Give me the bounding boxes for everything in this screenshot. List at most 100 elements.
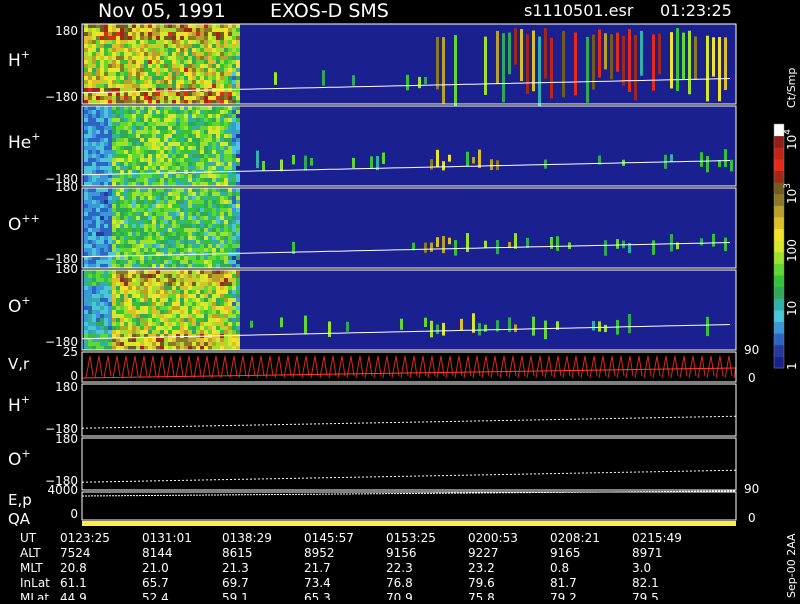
colorbar-labels: 1 10 100 103 104 xyxy=(783,129,799,370)
plot-instrument: EXOS-D SMS xyxy=(270,0,389,22)
panel-background xyxy=(82,438,736,490)
colorbar-segment xyxy=(774,251,784,264)
tick-h-top: 180 xyxy=(55,24,78,38)
tick-vr-right-top: 90 xyxy=(744,343,759,357)
ep-panel xyxy=(82,490,736,520)
plot-canvas: Nov 05, 1991 EXOS-D SMS s1110501.esr 01:… xyxy=(8,0,799,604)
ephemeris-value: 79.5 xyxy=(632,591,659,600)
qa-bar xyxy=(82,521,736,526)
ephemeris-value: 8952 xyxy=(304,546,335,560)
ephemeris-value: 75.8 xyxy=(468,591,495,600)
colorbar-segment xyxy=(774,193,784,206)
colorbar-segment xyxy=(774,356,784,369)
colorbar-segment xyxy=(774,286,784,299)
tick-ep-top: 4000 xyxy=(47,483,78,497)
tick-h-bottom: −180 xyxy=(45,90,78,104)
spectrogram-panel-h xyxy=(82,24,736,109)
ephemeris-value: 21.3 xyxy=(222,561,249,575)
dark-panel-o2 xyxy=(82,438,736,490)
panel-label-h: H+ xyxy=(8,48,30,71)
ephemeris-value: 0.8 xyxy=(550,561,569,575)
ephemeris-label-alt: ALT xyxy=(20,546,41,560)
ephemeris-value: 69.7 xyxy=(222,576,249,590)
panel-label-qa: QA xyxy=(8,510,31,528)
colorbar-segment xyxy=(774,147,784,160)
colorbar-label-1000: 103 xyxy=(783,183,799,204)
ephemeris-value: 44.9 xyxy=(60,591,87,600)
panel-label-he: He+ xyxy=(8,130,40,153)
spectrogram-panel-opp xyxy=(82,188,736,268)
ephemeris-value: 9156 xyxy=(386,546,417,560)
colorbar-segment xyxy=(774,158,784,171)
ephemeris-value: 0145:57 xyxy=(304,531,354,545)
ephemeris-value: 79.2 xyxy=(550,591,577,600)
tick-ep-bottom: 0 xyxy=(70,507,78,521)
ephemeris-value: 73.4 xyxy=(304,576,331,590)
ephemeris-value: 21.7 xyxy=(304,561,331,575)
ephemeris-value: 0153:25 xyxy=(386,531,436,545)
ephemeris-value: 0131:01 xyxy=(142,531,192,545)
panel-label-vr: V,r xyxy=(8,355,30,373)
panel-label-o2: O+ xyxy=(8,447,31,470)
panel-background xyxy=(82,384,736,436)
ephemeris-value: 3.0 xyxy=(632,561,651,575)
tick-op-top: 180 xyxy=(55,262,78,276)
ephemeris-value: 70.9 xyxy=(386,591,413,600)
dark-panel-h2 xyxy=(82,384,736,436)
ephemeris-value: 8144 xyxy=(142,546,173,560)
tick-h2-top: 180 xyxy=(55,380,78,394)
colorbar-segment xyxy=(774,240,784,253)
panel-background xyxy=(82,492,736,520)
ephemeris-value: 79.6 xyxy=(468,576,495,590)
ephemeris-value: 81.7 xyxy=(550,576,577,590)
ephemeris-value: 0208:21 xyxy=(550,531,600,545)
ephemeris-value: 23.2 xyxy=(468,561,495,575)
ephemeris-value: 0215:49 xyxy=(632,531,682,545)
spectrogram-panel-he xyxy=(82,106,736,186)
colorbar-label-10000: 104 xyxy=(783,129,799,150)
ephemeris-value: 20.8 xyxy=(60,561,87,575)
ephemeris-value: 0200:53 xyxy=(468,531,518,545)
ephemeris-value: 9165 xyxy=(550,546,581,560)
colorbar-segment xyxy=(774,135,784,148)
panel-label-op: O+ xyxy=(8,294,31,317)
colorbar-label-1: 1 xyxy=(785,362,799,370)
ephemeris-value: 61.1 xyxy=(60,576,87,590)
ephemeris-value: 76.8 xyxy=(386,576,413,590)
colorbar-segment xyxy=(774,228,784,241)
ephemeris-label-inlat: InLat xyxy=(20,576,50,590)
vr-panel xyxy=(82,352,736,382)
ephemeris-value: 21.0 xyxy=(142,561,169,575)
exos-d-sms-plot: Nov 05, 1991 EXOS-D SMS s1110501.esr 01:… xyxy=(0,0,800,604)
ephemeris-value: 59.1 xyxy=(222,591,249,600)
ephemeris-value: 0138:29 xyxy=(222,531,272,545)
tick-o2-top: 180 xyxy=(55,432,78,446)
tick-ep-right-bottom: 0 xyxy=(748,511,756,525)
ephemeris-value: 7524 xyxy=(60,546,91,560)
colorbar-segment xyxy=(774,298,784,311)
panel-label-ep: E,p xyxy=(8,491,32,509)
colorbar-label-100: 100 xyxy=(785,239,799,262)
ephemeris-value: 82.1 xyxy=(632,576,659,590)
colorbar-segment xyxy=(774,321,784,334)
colorbar-unit: Ct/Smp xyxy=(785,68,798,108)
ephemeris-label-ut: UT xyxy=(20,531,37,545)
tick-vr-right-bottom: 0 xyxy=(748,371,756,385)
ephemeris-value: 9227 xyxy=(468,546,499,560)
colorbar-segment xyxy=(774,170,784,183)
tick-vr-top: 25 xyxy=(63,345,78,359)
plot-date: Nov 05, 1991 xyxy=(98,0,226,22)
ephemeris-value: 0123:25 xyxy=(60,531,110,545)
ephemeris-label-mlt: MLT xyxy=(20,561,43,575)
panel-label-h2: H+ xyxy=(8,393,30,416)
plot-time: 01:23:25 xyxy=(660,1,732,20)
ephemeris-value: 52.4 xyxy=(142,591,169,600)
colorbar-segment xyxy=(774,275,784,288)
colorbar xyxy=(773,123,785,369)
ephemeris-table: UT 0123:25 0131:01 0138:29 0145:57 0153:25 020… xyxy=(20,531,682,604)
ephemeris-value: 8615 xyxy=(222,546,253,560)
tick-opp-top: 180 xyxy=(55,180,78,194)
ephemeris-value: 65.7 xyxy=(142,576,169,590)
ephemeris-value: 65.3 xyxy=(304,591,331,600)
colorbar-segment xyxy=(774,217,784,230)
